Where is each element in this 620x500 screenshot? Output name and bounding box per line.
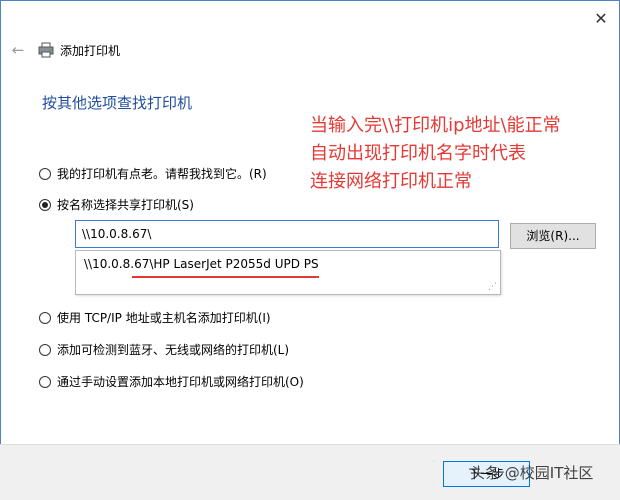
back-arrow-icon[interactable]: ← xyxy=(8,40,28,60)
autocomplete-suggestion[interactable]: \\10.0.8.67\HP LaserJet P2055d UPD PS xyxy=(84,257,319,271)
window-title: 添加打印机 xyxy=(60,43,121,58)
shared-printer-path-input[interactable]: \\10.0.8.67\ xyxy=(75,220,499,248)
radio-button-selected[interactable] xyxy=(39,198,51,211)
page-heading: 按其他选项查找打印机 xyxy=(42,94,193,112)
option-shared-printer[interactable]: 按名称选择共享打印机(S) xyxy=(39,196,194,213)
annotation-underline xyxy=(132,276,319,278)
watermark: 头条 @校园IT社区 xyxy=(470,464,594,482)
window-title-bar: 添加打印机 xyxy=(38,40,120,60)
option-label: 使用 TCP/IP 地址或主机名添加打印机(I) xyxy=(57,311,271,325)
radio-button[interactable] xyxy=(39,167,51,180)
option-old-printer[interactable]: 我的打印机有点老。请帮我找到它。(R) xyxy=(39,165,267,182)
browse-button[interactable]: 浏览(R)... xyxy=(510,223,596,249)
radio-button[interactable] xyxy=(39,343,51,356)
autocomplete-dropdown: \\10.0.8.67\HP LaserJet P2055d UPD PS ⋰ xyxy=(75,250,501,295)
option-bluetooth-wireless[interactable]: 添加可检测到蓝牙、无线或网络的打印机(L) xyxy=(39,341,289,358)
printer-icon xyxy=(38,42,54,58)
radio-button[interactable] xyxy=(39,375,51,388)
resize-grip-icon[interactable]: ⋰ xyxy=(488,282,498,292)
option-label: 添加可检测到蓝牙、无线或网络的打印机(L) xyxy=(57,343,290,357)
radio-button[interactable] xyxy=(39,311,51,324)
option-manual-local[interactable]: 通过手动设置添加本地打印机或网络打印机(O) xyxy=(39,373,304,390)
option-tcpip[interactable]: 使用 TCP/IP 地址或主机名添加打印机(I) xyxy=(39,309,271,326)
option-label: 通过手动设置添加本地打印机或网络打印机(O) xyxy=(57,375,304,389)
annotation-note: 当输入完\\打印机ip地址\能正常 自动出现打印机名字时代表 连接网络打印机正常 xyxy=(310,115,561,192)
option-label: 我的打印机有点老。请帮我找到它。(R) xyxy=(57,167,267,181)
close-icon[interactable]: ✕ xyxy=(590,8,612,30)
option-label: 按名称选择共享打印机(S) xyxy=(57,198,194,212)
